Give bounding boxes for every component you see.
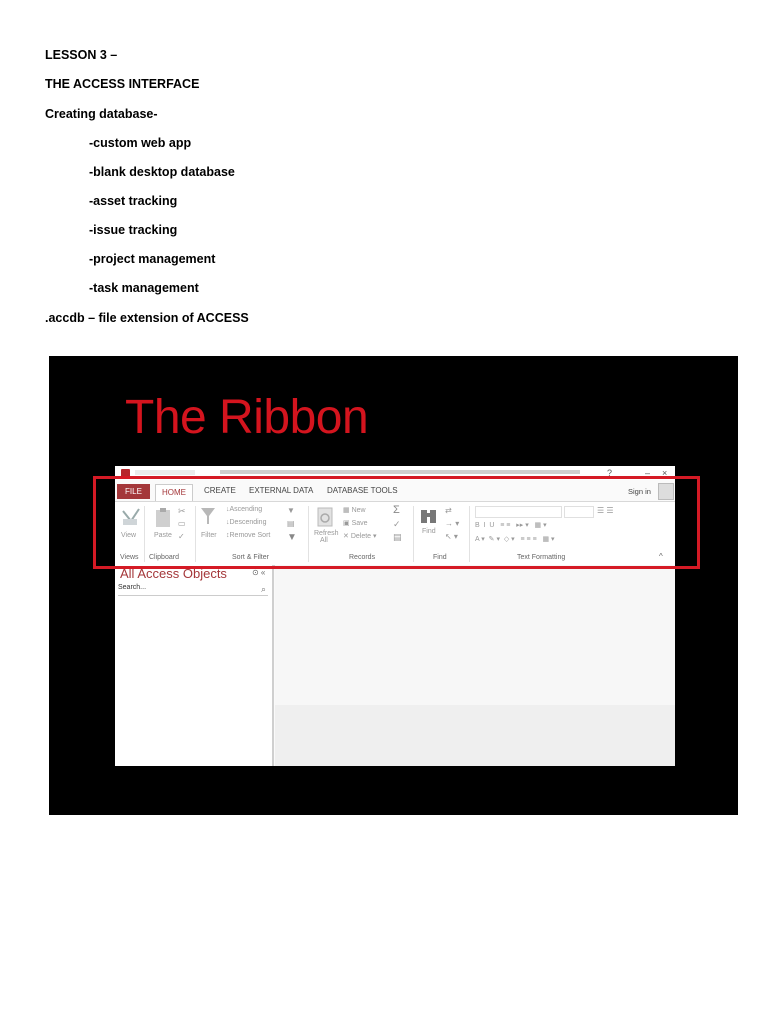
window-title-blurred <box>220 470 580 474</box>
ribbon-slide: The Ribbon ? – × FILE HOME CREATE EXTERN… <box>49 356 738 815</box>
list-item: -issue tracking <box>89 223 178 237</box>
file-extension-note: .accdb – file extension of ACCESS <box>45 311 249 325</box>
list-item: -asset tracking <box>89 194 178 208</box>
search-input[interactable]: Search... ⌕ <box>118 584 268 596</box>
slide-title: The Ribbon <box>125 391 369 444</box>
status-area <box>275 705 675 766</box>
lesson-heading: THE ACCESS INTERFACE <box>45 77 200 91</box>
section-intro: Creating database- <box>45 107 158 121</box>
lesson-number: LESSON 3 – <box>45 48 118 62</box>
navigation-pane: All Access Objects ⊙ « Search... ⌕ <box>115 565 274 766</box>
quick-access-toolbar[interactable] <box>135 470 195 475</box>
list-item: -project management <box>89 252 216 266</box>
search-icon[interactable]: ⌕ <box>261 584 266 594</box>
list-item: -task management <box>89 281 199 295</box>
list-item: -blank desktop database <box>89 165 235 179</box>
workspace-area <box>275 565 675 766</box>
ribbon-highlight-box <box>93 476 700 569</box>
search-placeholder: Search... <box>118 584 147 591</box>
nav-pane-controls[interactable]: ⊙ « <box>252 568 265 577</box>
list-item: -custom web app <box>89 136 192 150</box>
